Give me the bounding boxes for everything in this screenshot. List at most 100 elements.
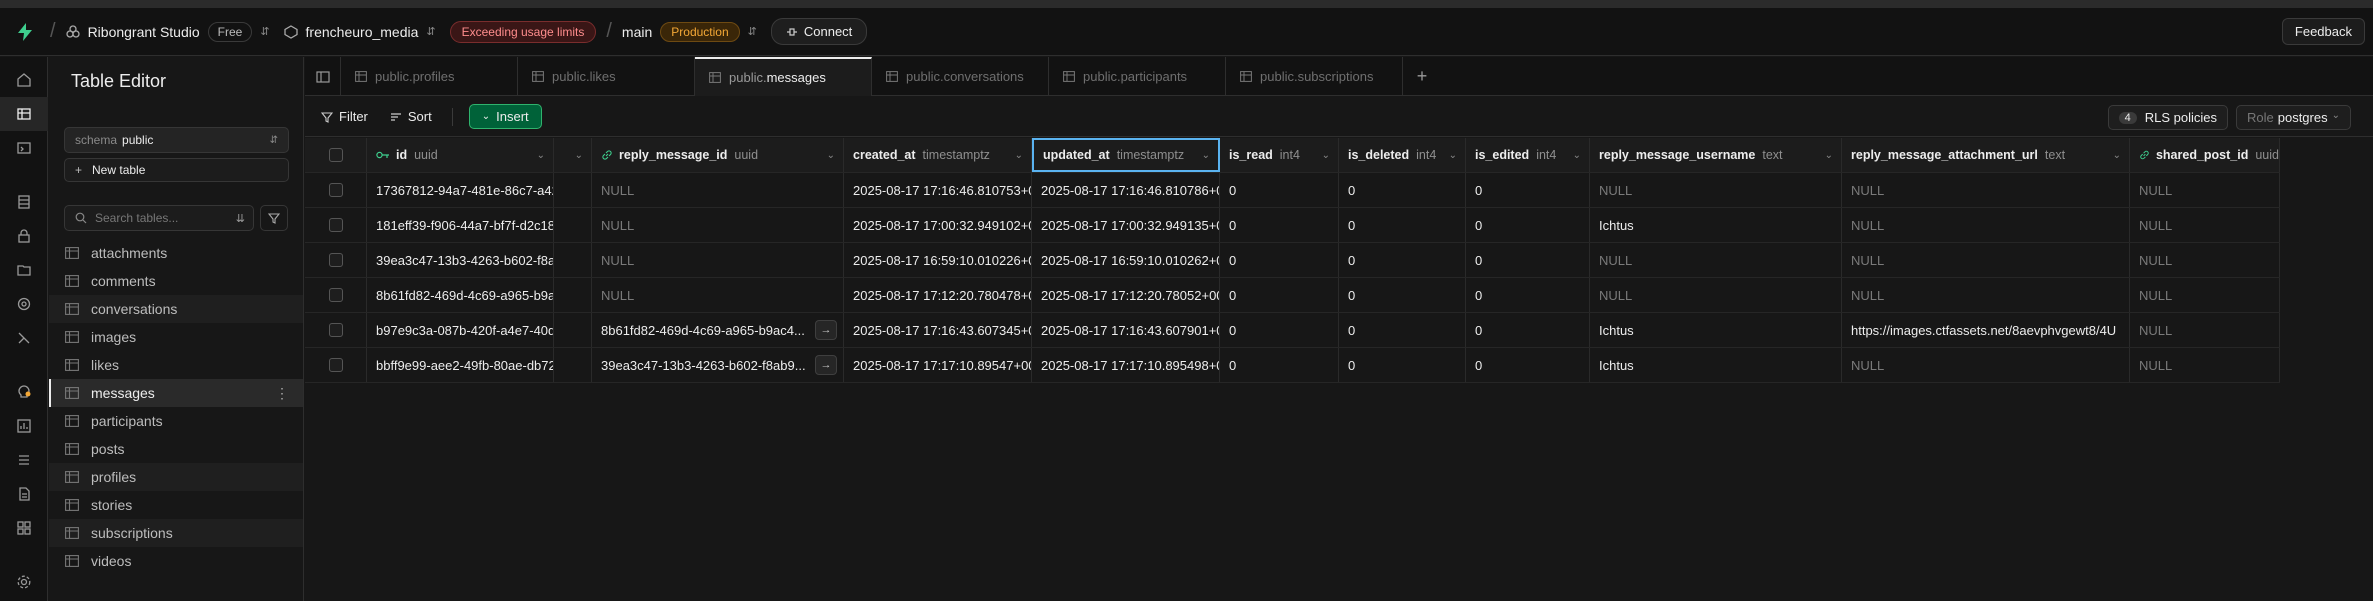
table-row[interactable]: 8b61fd82-469d-4c69-a965-b9ac43878aa NULL 2… [305, 278, 2280, 313]
settings-icon[interactable] [0, 565, 48, 599]
cell-shared_post_id[interactable]: NULL [2130, 313, 2280, 347]
cell-reply_message_id[interactable]: NULL [592, 278, 844, 312]
cell-reply_message_attachment_url[interactable]: https://images.ctfassets.net/8aevphvgewt… [1842, 313, 2130, 347]
project-chevron-icon[interactable]: ⇵ [426, 25, 435, 38]
branch-chevron-icon[interactable]: ⇵ [748, 25, 757, 38]
cell-reply_message_id[interactable]: NULL [592, 208, 844, 242]
row-checkbox[interactable] [328, 253, 343, 267]
sidebar-item-posts[interactable]: posts [49, 435, 303, 463]
cell-is_edited[interactable]: 0 [1466, 173, 1590, 207]
cell-id[interactable]: 8b61fd82-469d-4c69-a965-b9ac43878aa [367, 278, 554, 312]
column-menu-chevron-icon[interactable]: ⌄ [1449, 150, 1457, 161]
tab-conversations[interactable]: public.conversations [872, 57, 1049, 96]
role-selector[interactable]: Role postgres ⌄ [2235, 105, 2351, 130]
api-docs-icon[interactable] [0, 477, 48, 511]
cell-reply_message_attachment_url[interactable]: NULL [1842, 243, 2130, 277]
logs-icon[interactable] [0, 443, 48, 477]
cell-is_edited[interactable]: 0 [1466, 243, 1590, 277]
arrow-right-icon[interactable]: → [815, 320, 837, 340]
cell-updated_at[interactable]: 2025-08-17 17:17:10.895498+00 [1032, 348, 1220, 382]
cell-is_edited[interactable]: 0 [1466, 313, 1590, 347]
column-menu-chevron-icon[interactable]: ⌄ [1322, 150, 1330, 161]
column-menu-chevron-icon[interactable]: ⌄ [1573, 150, 1581, 161]
cell-reply_message_id[interactable]: NULL [592, 243, 844, 277]
cell-shared_post_id[interactable]: NULL [2130, 278, 2280, 312]
search-tables-input[interactable]: Search tables... ⇊ [64, 205, 254, 231]
table-row[interactable]: 39ea3c47-13b3-4263-b602-f8ab99cf853d NULL… [305, 243, 2280, 278]
cell-created_at[interactable]: 2025-08-17 17:12:20.780478+00 [844, 278, 1032, 312]
cell-reply_message_username[interactable]: Ichtus [1590, 208, 1842, 242]
column-menu-chevron-icon[interactable]: ⌄ [537, 150, 545, 161]
org-chevron-icon[interactable]: ⇵ [260, 25, 269, 38]
column-header-shared_post_id[interactable]: shared_post_id uuid [2130, 138, 2280, 172]
column-header-is_deleted[interactable]: is_deleted int4 ⌄ [1339, 138, 1466, 172]
cell-updated_at[interactable]: 2025-08-17 17:16:46.810786+00 [1032, 173, 1220, 207]
cell-reply_message_attachment_url[interactable]: NULL [1842, 278, 2130, 312]
row-checkbox[interactable] [328, 218, 343, 232]
edge-functions-icon[interactable] [0, 321, 48, 355]
org-selector[interactable]: Ribongrant Studio Free [65, 21, 253, 42]
cell-is_read[interactable]: 0 [1220, 348, 1339, 382]
select-all-checkbox[interactable] [328, 148, 343, 162]
cell-shared_post_id[interactable]: NULL [2130, 243, 2280, 277]
filter-button[interactable]: Filter [321, 109, 368, 124]
new-table-button[interactable]: + New table [64, 158, 289, 182]
cell-is_deleted[interactable]: 0 [1339, 173, 1466, 207]
realtime-icon[interactable] [0, 287, 48, 321]
cell-is_deleted[interactable]: 0 [1339, 348, 1466, 382]
cell-hidden[interactable] [554, 348, 592, 382]
cell-updated_at[interactable]: 2025-08-17 17:00:32.949135+00 [1032, 208, 1220, 242]
add-tab-button[interactable]: + [1403, 57, 1441, 96]
branch-selector[interactable]: main Production [622, 21, 740, 42]
cell-is_read[interactable]: 0 [1220, 313, 1339, 347]
cell-is_deleted[interactable]: 0 [1339, 243, 1466, 277]
column-header-is_edited[interactable]: is_edited int4 ⌄ [1466, 138, 1590, 172]
sidebar-item-stories[interactable]: stories [49, 491, 303, 519]
connect-button[interactable]: Connect [770, 18, 868, 45]
cell-updated_at[interactable]: 2025-08-17 17:16:43.607901+00 [1032, 313, 1220, 347]
column-header-is_read[interactable]: is_read int4 ⌄ [1220, 138, 1339, 172]
column-header-created_at[interactable]: created_at timestamptz ⌄ [844, 138, 1032, 172]
cell-is_read[interactable]: 0 [1220, 173, 1339, 207]
sidebar-item-videos[interactable]: videos [49, 547, 303, 575]
table-row[interactable]: b97e9c3a-087b-420f-a4e7-40d1a7bd9385 8b61… [305, 313, 2280, 348]
insert-button[interactable]: ⌄ Insert [468, 104, 542, 129]
column-header-updated_at[interactable]: updated_at timestamptz ⌄ [1032, 138, 1220, 172]
sidebar-item-messages[interactable]: messages ⋮ [49, 379, 303, 407]
sidebar-item-subscriptions[interactable]: subscriptions [49, 519, 303, 547]
cell-created_at[interactable]: 2025-08-17 17:16:43.607345+00 [844, 313, 1032, 347]
schema-selector[interactable]: schema public ⇵ [64, 127, 289, 153]
cell-is_read[interactable]: 0 [1220, 243, 1339, 277]
cell-is_read[interactable]: 0 [1220, 208, 1339, 242]
sidebar-item-participants[interactable]: participants [49, 407, 303, 435]
advisors-icon[interactable] [0, 375, 48, 409]
supabase-logo-icon[interactable] [0, 8, 50, 56]
tab-subscriptions[interactable]: public.subscriptions [1226, 57, 1403, 96]
cell-id[interactable]: 181eff39-f906-44a7-bf7f-d2c18db720a1 [367, 208, 554, 242]
column-menu-chevron-icon[interactable]: ⌄ [827, 150, 835, 161]
sidebar-item-conversations[interactable]: conversations [49, 295, 303, 323]
column-menu-chevron-icon[interactable]: ⌄ [575, 150, 583, 161]
table-row[interactable]: bbff9e99-aee2-49fb-80ae-db72cd354fd4 39ea… [305, 348, 2280, 383]
row-checkbox[interactable] [328, 183, 343, 197]
storage-icon[interactable] [0, 253, 48, 287]
cell-reply_message_id[interactable]: 8b61fd82-469d-4c69-a965-b9ac4... → [592, 313, 844, 347]
cell-id[interactable]: b97e9c3a-087b-420f-a4e7-40d1a7bd9385 [367, 313, 554, 347]
tab-profiles[interactable]: public.profiles [341, 57, 518, 96]
row-checkbox[interactable] [328, 288, 343, 302]
sort-button[interactable]: Sort [390, 109, 432, 124]
cell-reply_message_attachment_url[interactable]: NULL [1842, 173, 2130, 207]
column-header-reply_message_attachment_url[interactable]: reply_message_attachment_url text ⌄ [1842, 138, 2130, 172]
cell-is_deleted[interactable]: 0 [1339, 313, 1466, 347]
column-header-reply_message_id[interactable]: reply_message_id uuid ⌄ [592, 138, 844, 172]
sidebar-item-comments[interactable]: comments [49, 267, 303, 295]
cell-reply_message_username[interactable]: NULL [1590, 243, 1842, 277]
tab-messages[interactable]: public.messages [695, 57, 872, 96]
toggle-sidebar-icon[interactable] [305, 57, 341, 96]
home-icon[interactable] [0, 63, 48, 97]
cell-id[interactable]: 39ea3c47-13b3-4263-b602-f8ab99cf853d [367, 243, 554, 277]
sql-editor-icon[interactable] [0, 131, 48, 165]
cell-reply_message_username[interactable]: Ichtus [1590, 313, 1842, 347]
cell-shared_post_id[interactable]: NULL [2130, 348, 2280, 382]
cell-reply_message_username[interactable]: Ichtus [1590, 348, 1842, 382]
